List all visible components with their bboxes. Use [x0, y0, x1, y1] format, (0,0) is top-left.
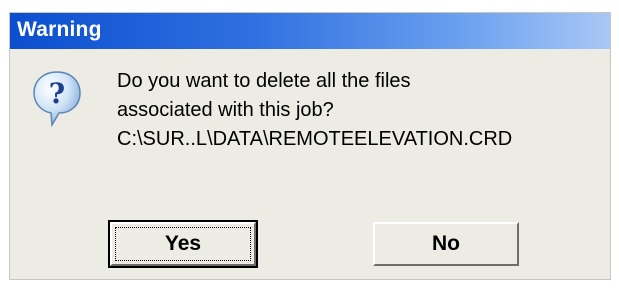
message-line: Do you want to delete all the files	[117, 70, 411, 92]
file-path-line: C:\SUR..L\DATA\REMOTEELEVATION.CRD	[117, 128, 513, 150]
yes-button[interactable]: Yes	[108, 220, 258, 268]
message-line: associated with this job?	[117, 99, 334, 121]
warning-dialog: Warning ? Do you want to delete all the …	[9, 12, 611, 280]
no-button-label: No	[432, 232, 460, 255]
svg-text:?: ?	[49, 77, 65, 110]
dialog-title: Warning	[17, 18, 102, 41]
dialog-message: Do you want to delete all the files asso…	[117, 67, 597, 154]
question-icon: ?	[32, 69, 82, 129]
title-bar[interactable]: Warning	[10, 13, 610, 49]
yes-button-label: Yes	[164, 232, 202, 255]
no-button[interactable]: No	[373, 222, 519, 266]
